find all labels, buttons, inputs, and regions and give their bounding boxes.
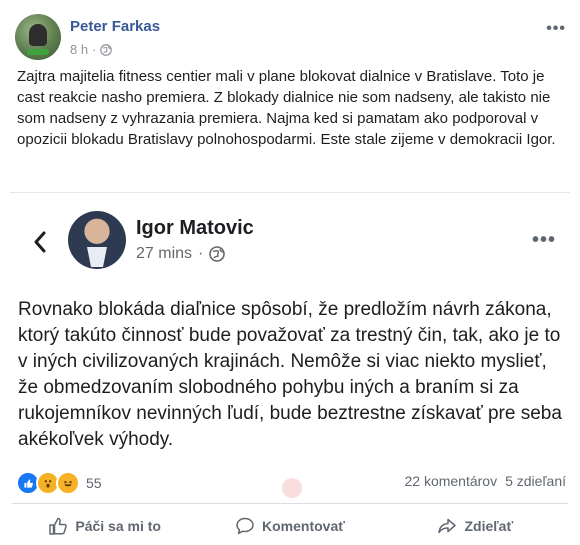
comment-icon — [236, 517, 254, 535]
back-arrow-icon[interactable] — [32, 231, 48, 253]
comment-button-label: Komentovať — [262, 518, 345, 534]
globe-icon — [209, 246, 226, 262]
thumbs-up-icon — [49, 517, 68, 535]
shared-post-time[interactable]: 27 mins — [136, 245, 192, 263]
comment-button[interactable]: Komentovať — [197, 508, 382, 544]
share-button-label: Zdieľať — [464, 518, 514, 534]
post-text: Zajtra majitelia fitness centier mali v … — [17, 68, 556, 148]
post-meta: 8 h · — [70, 42, 113, 57]
haha-reaction-icon — [56, 471, 80, 495]
engagement-counts: 22 komentárov 5 zdieľaní — [404, 473, 566, 489]
shared-post-meta: 27 mins · — [136, 245, 226, 263]
comments-count[interactable]: 22 komentárov — [404, 473, 497, 489]
facebook-post: Peter Farkas 8 h · ••• Zajtra majitelia … — [0, 0, 580, 545]
reaction-count[interactable]: 55 — [86, 475, 102, 491]
shared-post-options-icon[interactable]: ••• — [532, 229, 556, 252]
post-options-icon[interactable]: ••• — [546, 20, 566, 38]
reactions-summary[interactable]: 55 — [16, 471, 102, 495]
shared-author-name[interactable]: Igor Matovic — [136, 217, 254, 240]
post-time[interactable]: 8 h — [70, 42, 88, 57]
shared-author-avatar[interactable] — [68, 211, 126, 269]
shared-post[interactable]: Igor Matovic 27 mins · ••• Rovnako bloká… — [10, 192, 570, 455]
shares-count[interactable]: 5 zdieľaní — [505, 473, 566, 489]
like-button[interactable]: Páči sa mi to — [12, 508, 197, 544]
shared-post-text: Rovnako blokáda diaľnice spôsobí, že pre… — [18, 299, 562, 450]
watermark-logo — [282, 478, 302, 498]
action-bar: Páči sa mi to Komentovať Zdieľať — [12, 508, 568, 544]
globe-icon — [100, 43, 113, 56]
share-button[interactable]: Zdieľať — [383, 508, 568, 544]
author-name[interactable]: Peter Farkas — [70, 18, 160, 35]
divider — [12, 503, 568, 504]
author-avatar[interactable] — [15, 14, 61, 60]
like-button-label: Páči sa mi to — [75, 518, 161, 534]
share-arrow-icon — [438, 518, 457, 534]
